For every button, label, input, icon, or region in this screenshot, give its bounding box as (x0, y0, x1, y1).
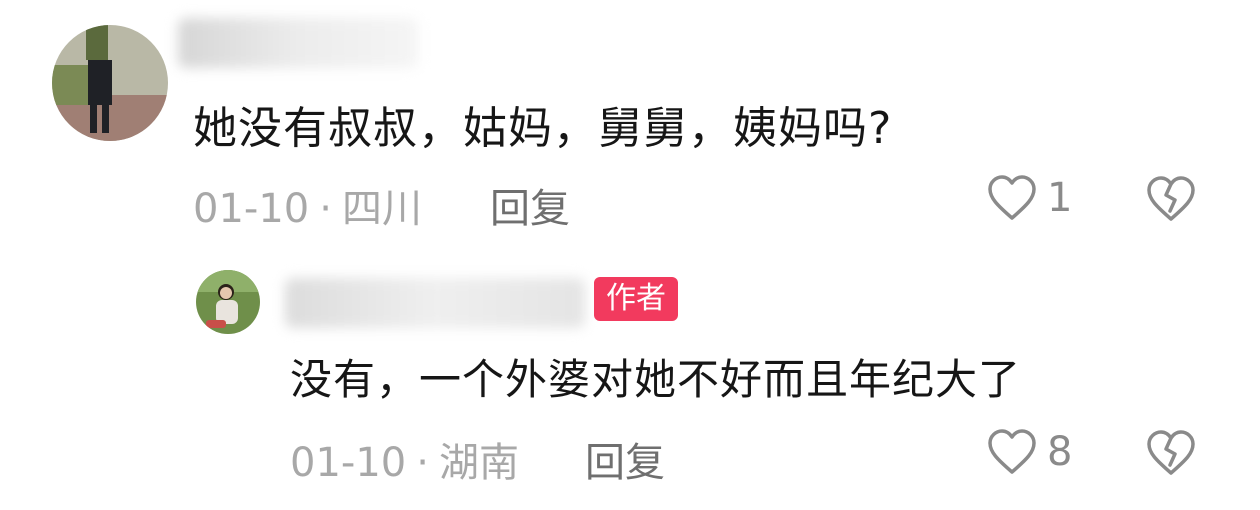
reply-button[interactable]: 回复 (585, 430, 665, 488)
reply-location: 湖南 (438, 440, 519, 486)
comment-text: 她没有叔叔，姑妈，舅舅，姨妈吗? (193, 103, 893, 154)
comment-location: 四川 (341, 186, 422, 232)
like-button[interactable]: 1 (987, 174, 1072, 222)
avatar-image (52, 25, 168, 141)
heart-outline-icon (988, 429, 1036, 474)
meta-separator: · (319, 186, 332, 232)
reply-button[interactable]: 回复 (490, 176, 570, 234)
like-button[interactable]: 8 (987, 428, 1072, 476)
meta-separator: · (416, 440, 429, 486)
like-count: 1 (1047, 175, 1073, 221)
username-blurred[interactable] (178, 18, 418, 68)
commenter-avatar[interactable] (52, 25, 168, 141)
reply-text: 没有，一个外婆对她不好而且年纪大了 (290, 355, 1022, 404)
username-blurred[interactable] (285, 278, 585, 328)
author-badge: 作者 (594, 277, 678, 321)
reply-meta: 01-10 · 湖南 (290, 430, 519, 488)
dislike-button[interactable] (1146, 429, 1196, 481)
comment-meta: 01-10 · 四川 (193, 176, 422, 234)
comment-item: 她没有叔叔，姑妈，舅舅，姨妈吗? 01-10 · 四川 回复 1 (0, 0, 1260, 250)
reply-date: 01-10 (290, 440, 407, 486)
broken-heart-icon (1147, 176, 1195, 221)
dislike-button[interactable] (1146, 175, 1196, 227)
like-count: 8 (1047, 429, 1073, 475)
broken-heart-icon (1147, 430, 1195, 475)
comment-date: 01-10 (193, 186, 310, 232)
reply-item: 作者 没有，一个外婆对她不好而且年纪大了 01-10 · 湖南 回复 8 (0, 250, 1260, 510)
avatar-image (196, 270, 260, 334)
heart-outline-icon (988, 175, 1036, 220)
author-avatar[interactable] (196, 270, 260, 334)
